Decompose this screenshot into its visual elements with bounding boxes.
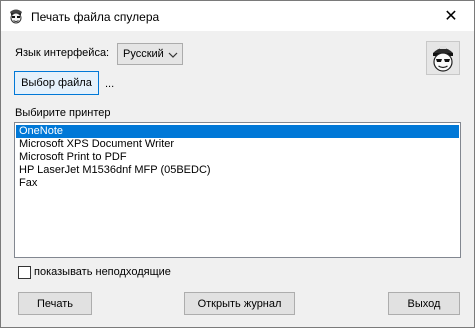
language-label: Язык интерфейса: (15, 47, 110, 59)
printer-item-fax[interactable]: Fax (16, 177, 459, 190)
printer-list[interactable]: OneNote Microsoft XPS Document Writer Mi… (14, 122, 461, 258)
window-title: Печать файла спулера (31, 10, 160, 24)
printer-list-label: Выбирите принтер (15, 107, 111, 119)
dialog-window: Печать файла спулера ✕ Язык интерфейса: … (0, 0, 475, 328)
language-select[interactable]: Русский (117, 43, 183, 65)
printer-item-print-to-pdf[interactable]: Microsoft Print to PDF (16, 151, 459, 164)
show-unsuitable-label: показывать неподходящие (34, 266, 171, 278)
exit-button[interactable]: Выход (388, 292, 460, 315)
spy-logo-icon (426, 41, 460, 75)
printer-item-hp-laserjet[interactable]: HP LaserJet M1536dnf MFP (05BEDC) (16, 164, 459, 177)
spy-icon (8, 7, 24, 24)
title-bar[interactable]: Печать файла спулера ✕ (1, 1, 474, 31)
select-file-button[interactable]: Выбор файла (14, 71, 99, 95)
chevron-down-icon (168, 50, 178, 58)
close-button[interactable]: ✕ (428, 1, 474, 31)
print-button[interactable]: Печать (18, 292, 92, 315)
show-unsuitable-option[interactable]: показывать неподходящие (18, 265, 171, 279)
file-path-text: ... (105, 78, 115, 90)
close-icon: ✕ (444, 8, 458, 25)
printer-item-xps[interactable]: Microsoft XPS Document Writer (16, 138, 459, 151)
open-journal-button[interactable]: Открыть журнал (184, 292, 295, 315)
language-selected-value: Русский (123, 48, 164, 60)
show-unsuitable-checkbox[interactable] (18, 265, 31, 279)
printer-item-onenote[interactable]: OneNote (16, 125, 459, 138)
